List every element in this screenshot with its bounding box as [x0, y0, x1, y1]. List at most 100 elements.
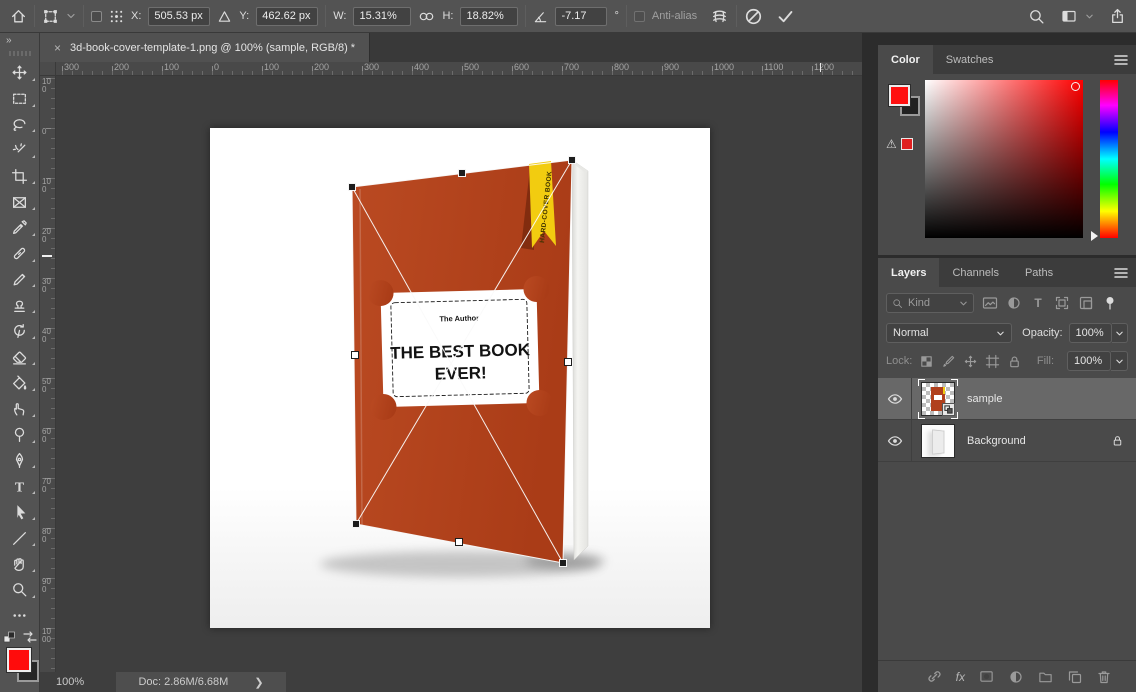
opacity-input[interactable]: 100% [1069, 323, 1112, 343]
lock-position-icon[interactable] [963, 354, 978, 369]
healing-brush-tool[interactable] [0, 241, 40, 267]
hue-slider[interactable] [1100, 80, 1118, 238]
marquee-tool[interactable] [0, 86, 40, 112]
chevron-down-icon[interactable] [66, 11, 76, 21]
zoom-tool[interactable] [0, 577, 40, 603]
maintain-aspect-ratio-icon[interactable] [418, 10, 435, 23]
reference-point-checkbox[interactable] [91, 11, 102, 22]
lock-pixels-icon[interactable] [941, 354, 956, 369]
lasso-tool[interactable] [0, 112, 40, 138]
visibility-toggle[interactable] [878, 420, 912, 462]
gamut-color-swatch[interactable] [901, 138, 913, 150]
move-tool[interactable] [0, 60, 40, 86]
reference-point-grid-icon[interactable] [109, 9, 124, 24]
ruler-horizontal[interactable]: 3002001000100200300400500600700800900100… [56, 62, 862, 76]
lock-transparency-icon[interactable] [919, 354, 934, 369]
more-tools-button[interactable] [0, 603, 40, 629]
visibility-toggle[interactable] [878, 378, 912, 420]
new-layer-icon[interactable] [1067, 669, 1083, 685]
ruler-corner[interactable] [40, 62, 56, 76]
commit-transform-icon[interactable] [776, 7, 795, 26]
paint-bucket-tool[interactable] [0, 370, 40, 396]
filter-kind-select[interactable]: Kind [886, 293, 974, 313]
layer-thumbnail[interactable] [919, 422, 957, 460]
rotation-input[interactable]: -7.17 [555, 7, 607, 26]
fill-dropdown-icon[interactable] [1111, 351, 1128, 371]
eyedropper-tool[interactable] [0, 215, 40, 241]
ruler-vertical[interactable]: 10001002003004005006007008009001000 [40, 76, 56, 672]
pencil-tool[interactable] [0, 267, 40, 293]
filter-smart-objects-icon[interactable] [1078, 295, 1094, 311]
layer-name[interactable]: sample [967, 393, 1002, 405]
layer-row-sample[interactable]: sample [878, 378, 1136, 420]
layer-style-icon[interactable]: fx [956, 670, 965, 684]
layer-thumbnail[interactable] [919, 380, 957, 418]
blend-mode-select[interactable]: Normal [886, 323, 1012, 343]
toolbar-grip[interactable] [9, 51, 31, 56]
filter-toggle-icon[interactable] [1102, 295, 1118, 311]
document-canvas[interactable]: HARD-COVER BOOK The Author THE BEST BOOK… [210, 128, 710, 628]
tab-color[interactable]: Color [878, 45, 933, 74]
lock-artboard-icon[interactable] [985, 354, 1000, 369]
filter-shape-layers-icon[interactable] [1054, 295, 1070, 311]
color-position-marker[interactable] [1071, 82, 1080, 91]
foreground-color-swatch[interactable] [889, 85, 910, 106]
close-tab-icon[interactable]: × [54, 41, 61, 55]
filter-type-layers-icon[interactable]: T [1030, 295, 1046, 311]
home-button[interactable] [10, 8, 27, 25]
hand-tool[interactable] [0, 551, 40, 577]
canvas-viewport[interactable]: HARD-COVER BOOK The Author THE BEST BOOK… [56, 76, 862, 672]
warp-mode-icon[interactable] [710, 8, 729, 25]
chevron-down-icon[interactable] [1085, 12, 1094, 21]
h-input[interactable]: 18.82% [460, 7, 518, 26]
share-icon[interactable] [1109, 8, 1126, 25]
zoom-level[interactable]: 100% [56, 676, 116, 688]
search-icon[interactable] [1028, 8, 1045, 25]
panel-menu-icon[interactable] [1114, 54, 1128, 66]
x-input[interactable]: 505.53 px [148, 7, 210, 26]
filter-adjustment-layers-icon[interactable] [1006, 295, 1022, 311]
document-size-field[interactable]: Doc: 2.86M/6.68M ❯ [116, 672, 286, 692]
clone-stamp-tool[interactable] [0, 292, 40, 318]
dodge-tool[interactable] [0, 422, 40, 448]
w-input[interactable]: 15.31% [353, 7, 411, 26]
eraser-tool[interactable] [0, 344, 40, 370]
line-tool[interactable] [0, 525, 40, 551]
panel-menu-icon[interactable] [1114, 267, 1128, 279]
path-selection-tool[interactable] [0, 499, 40, 525]
hue-slider-arrow[interactable] [1091, 231, 1098, 241]
tab-paths[interactable]: Paths [1012, 258, 1066, 287]
type-tool[interactable]: T [0, 473, 40, 499]
tab-layers[interactable]: Layers [878, 258, 939, 287]
link-layers-icon[interactable] [926, 668, 943, 685]
lock-all-icon[interactable] [1007, 354, 1022, 369]
y-input[interactable]: 462.62 px [256, 7, 318, 26]
delete-layer-icon[interactable] [1096, 669, 1112, 685]
fill-input[interactable]: 100% [1067, 351, 1111, 371]
layer-row-background[interactable]: Background [878, 420, 1136, 462]
layer-mask-icon[interactable] [978, 669, 995, 684]
anti-alias-checkbox[interactable] [634, 11, 645, 22]
collapse-panel-button[interactable]: » [0, 33, 39, 48]
tab-swatches[interactable]: Swatches [933, 45, 1007, 74]
foreground-color-swatch[interactable] [7, 648, 31, 672]
cancel-transform-icon[interactable] [744, 7, 763, 26]
crop-tool[interactable] [0, 163, 40, 189]
filter-pixel-layers-icon[interactable] [982, 295, 998, 311]
transform-tool-icon[interactable] [42, 8, 59, 25]
relative-position-icon[interactable] [217, 9, 232, 24]
new-group-icon[interactable] [1037, 669, 1054, 684]
document-tab[interactable]: × 3d-book-cover-template-1.png @ 100% (s… [40, 33, 370, 62]
layer-name[interactable]: Background [967, 435, 1026, 447]
smudge-tool[interactable] [0, 396, 40, 422]
saturation-brightness-field[interactable] [925, 80, 1083, 238]
frame-tool[interactable] [0, 189, 40, 215]
workspace-icon[interactable] [1060, 8, 1078, 24]
opacity-dropdown-icon[interactable] [1112, 323, 1128, 343]
pen-tool[interactable] [0, 448, 40, 474]
tab-channels[interactable]: Channels [939, 258, 1011, 287]
magic-wand-tool[interactable] [0, 137, 40, 163]
adjustment-layer-icon[interactable] [1008, 669, 1024, 685]
status-chevron-icon[interactable]: ❯ [254, 676, 263, 689]
history-brush-tool[interactable] [0, 318, 40, 344]
